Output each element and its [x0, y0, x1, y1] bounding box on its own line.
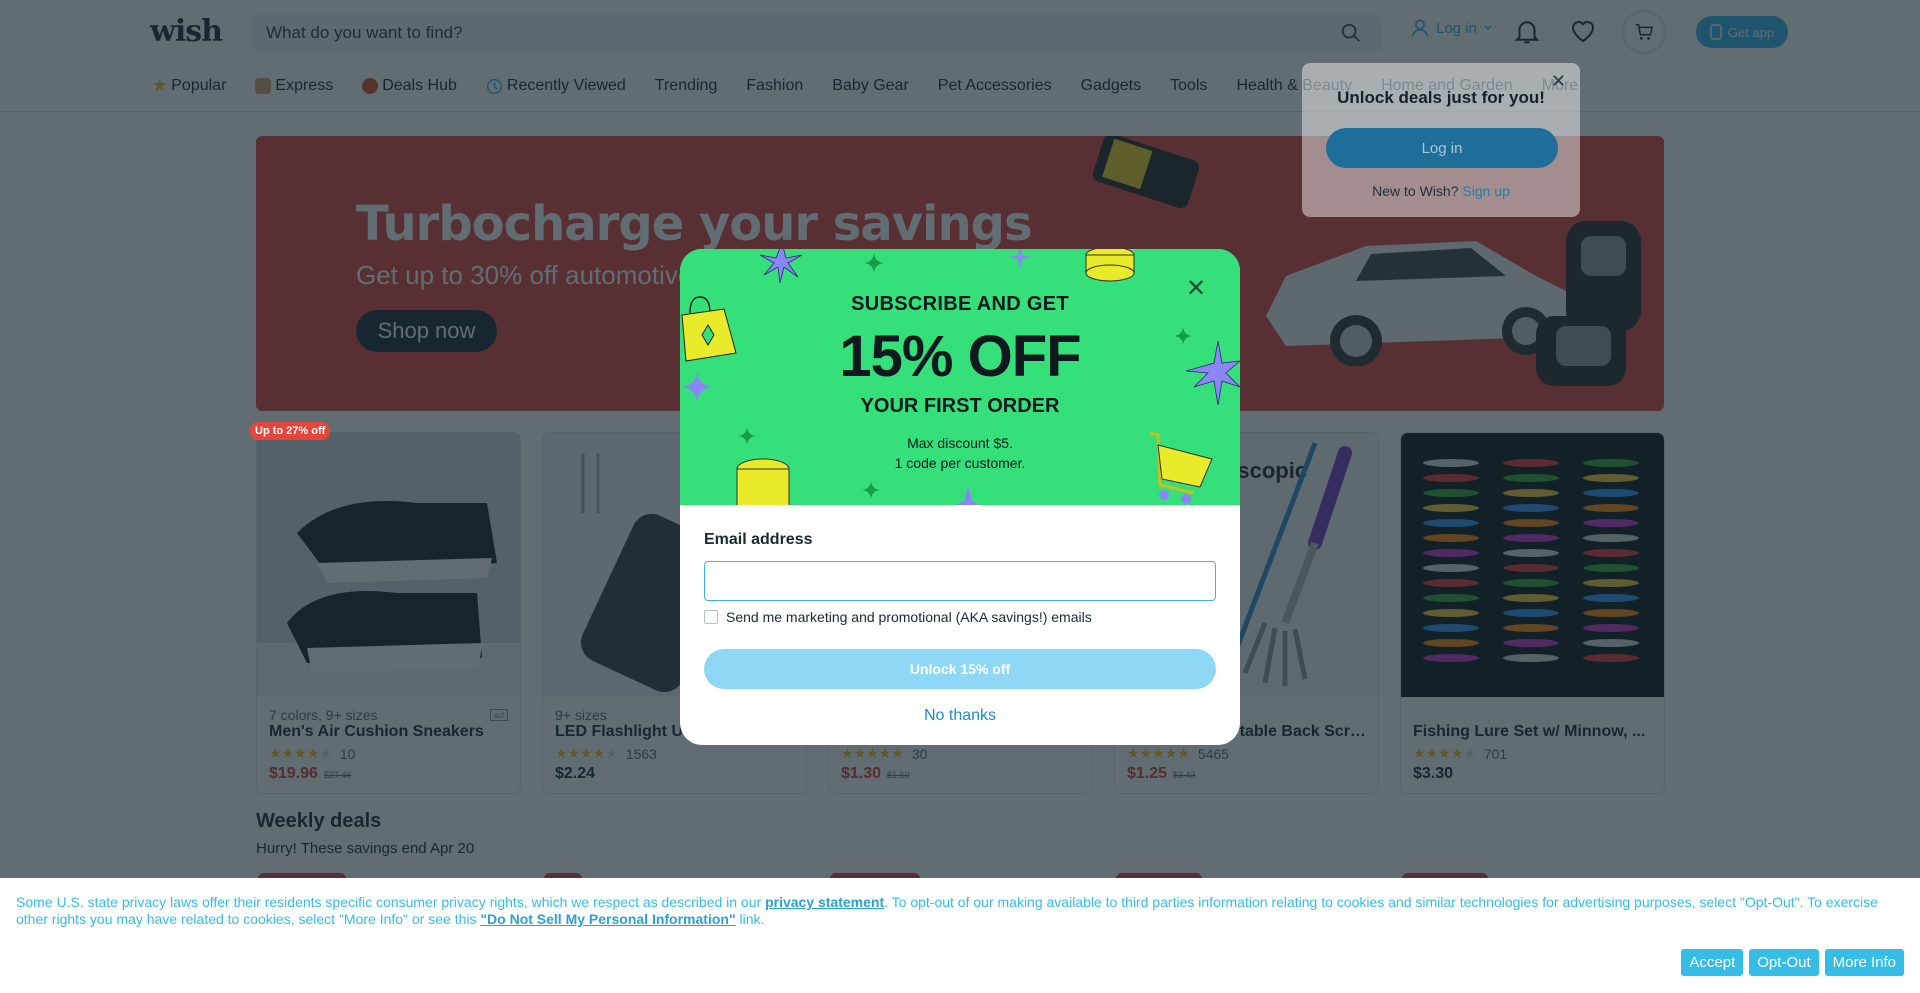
max-discount-text: Max discount $5.: [907, 435, 1013, 451]
cookie-text-part: Some U.S. state privacy laws offer their…: [16, 894, 766, 910]
sparkle-icon: [862, 481, 880, 499]
modal-headline-discount: 15% OFF: [839, 324, 1081, 389]
new-to-wish-text: New to Wish?: [1372, 183, 1459, 199]
cookie-text-part: link.: [735, 911, 765, 927]
unlock-discount-button[interactable]: Unlock 15% off: [704, 649, 1216, 689]
page: wish What do you want to find? Log in Ge…: [0, 0, 1920, 993]
cookie-text: Some U.S. state privacy laws offer their…: [16, 894, 1896, 928]
subscribe-modal: ✕ SUBSCRIBE AND GET 15% OFF YOUR FIRST O…: [680, 249, 1240, 745]
modal-headline-bottom: YOUR FIRST ORDER: [860, 395, 1060, 417]
popover-footer: New to Wish? Sign up: [1302, 183, 1580, 199]
modal-terms: Max discount $5. 1 code per customer.: [680, 433, 1240, 473]
star-decoration-icon: [956, 485, 980, 505]
cookie-consent-bar: Some U.S. state privacy laws offer their…: [0, 878, 1920, 993]
marketing-checkbox-label: Send me marketing and promotional (AKA s…: [726, 609, 1092, 625]
opt-out-button[interactable]: Opt-Out: [1749, 949, 1819, 976]
no-thanks-link[interactable]: No thanks: [680, 707, 1240, 725]
coins-icon: [1085, 249, 1135, 282]
marketing-checkbox[interactable]: [704, 610, 718, 624]
accept-button[interactable]: Accept: [1681, 949, 1744, 976]
popover-login-button[interactable]: Log in: [1326, 128, 1558, 168]
more-info-button[interactable]: More Info: [1824, 949, 1904, 976]
privacy-statement-link[interactable]: privacy statement: [765, 894, 884, 910]
popover-title: Unlock deals just for you!: [1337, 88, 1545, 107]
email-field[interactable]: [704, 561, 1216, 601]
email-label: Email address: [704, 531, 813, 548]
do-not-sell-link[interactable]: "Do Not Sell My Personal Information": [480, 911, 735, 927]
login-popover: ✕ Unlock deals just for you! Log in New …: [1302, 63, 1580, 217]
sign-up-link[interactable]: Sign up: [1462, 183, 1509, 199]
cookie-buttons: Accept Opt-Out More Info: [1681, 949, 1904, 976]
modal-headline-top: SUBSCRIBE AND GET: [851, 293, 1069, 315]
code-limit-text: 1 code per customer.: [894, 455, 1026, 471]
star-decoration-icon: [1008, 249, 1032, 271]
sparkle-icon: [864, 253, 884, 273]
star-decoration-icon: [760, 249, 803, 283]
marketing-checkbox-row[interactable]: Send me marketing and promotional (AKA s…: [704, 609, 1092, 625]
modal-hero: ✕ SUBSCRIBE AND GET 15% OFF YOUR FIRST O…: [680, 249, 1240, 505]
discount-badge: Up to 27% off: [250, 422, 331, 440]
